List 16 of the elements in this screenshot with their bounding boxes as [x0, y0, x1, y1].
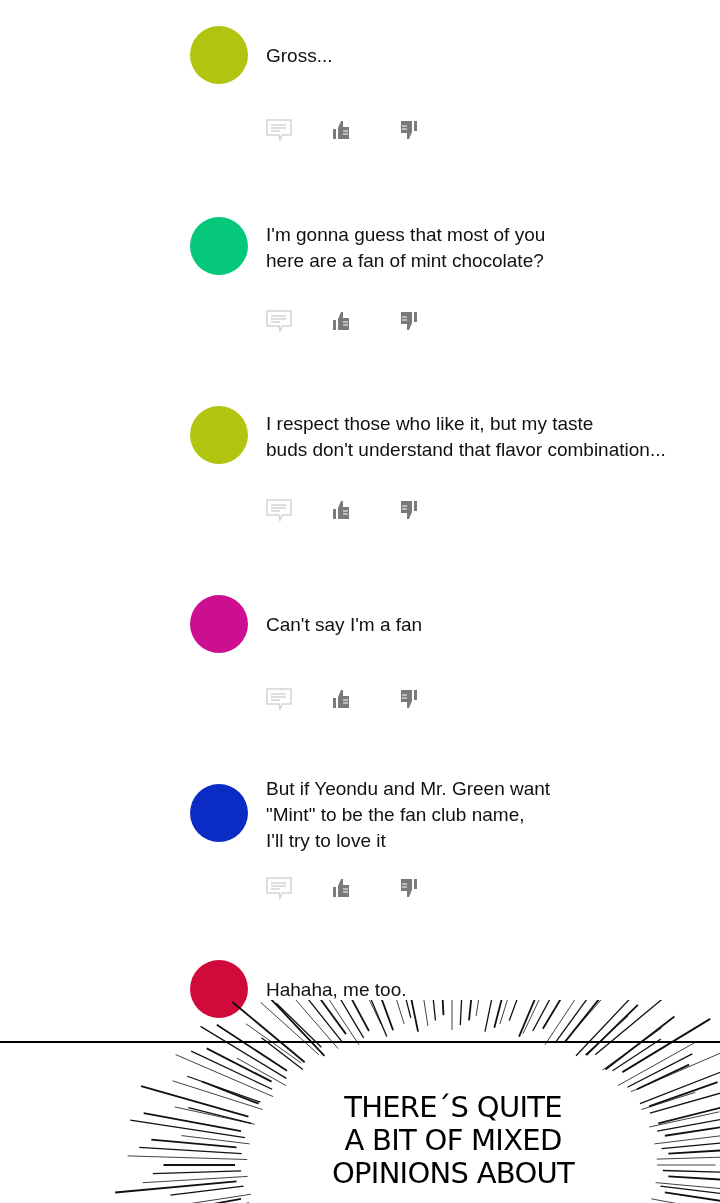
comment-text: I respect those who like it, but my taste buds don't understand that flavor combination...: [266, 412, 666, 462]
thumbs-up-icon[interactable]: [332, 120, 350, 140]
comment-text: I'm gonna guess that most of you here are a fan of mint chocolate?: [266, 223, 546, 273]
thumbs-down-icon[interactable]: [400, 311, 418, 331]
thumbs-down-icon[interactable]: [400, 878, 418, 898]
thumbs-up-icon[interactable]: [332, 878, 350, 898]
thumbs-down-icon[interactable]: [400, 500, 418, 520]
comment-text: But if Yeondu and Mr. Green want "Mint" to be the fan club name, I'll try to love it: [266, 777, 551, 853]
comment-text: Gross...: [266, 44, 333, 68]
thumbs-down-icon[interactable]: [400, 120, 418, 140]
comment-text: Hahaha, me too.: [266, 978, 407, 1002]
comment-text: Can't say I'm a fan: [266, 613, 423, 637]
thumbs-up-icon[interactable]: [332, 689, 350, 709]
thumbs-up-icon[interactable]: [332, 500, 350, 520]
thumbs-up-icon[interactable]: [332, 311, 350, 331]
thumbs-down-icon[interactable]: [400, 689, 418, 709]
